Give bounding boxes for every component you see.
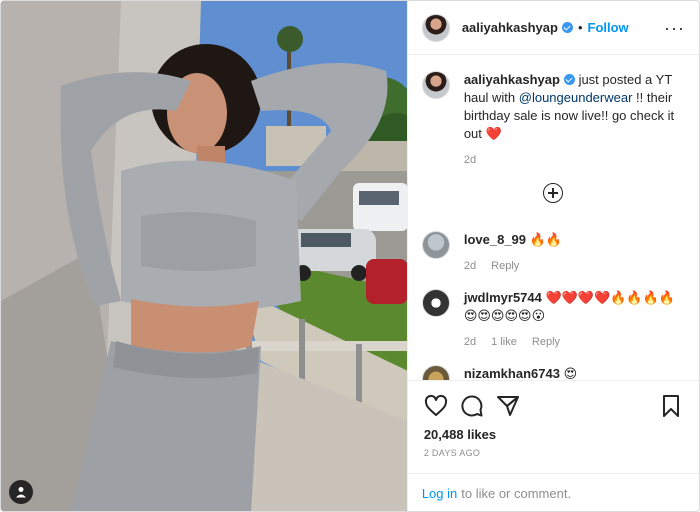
author-avatar[interactable]	[421, 13, 450, 42]
comment-username[interactable]: nizamkhan6743	[464, 366, 560, 380]
likes-count[interactable]: 20,488 likes	[424, 427, 683, 442]
post-actions: 20,488 likes 2 DAYS AGO	[407, 379, 699, 473]
user-icon	[16, 487, 26, 498]
caption-mention-link[interactable]: @loungeunderwear	[519, 90, 633, 105]
comment-text: 🔥🔥	[529, 232, 562, 248]
comment-icon[interactable]	[460, 394, 484, 418]
post-photo[interactable]	[1, 1, 407, 511]
caption: aaliyahkashyap just posted a YT haul wit…	[421, 71, 685, 169]
comment-avatar[interactable]	[421, 289, 450, 318]
caption-avatar[interactable]	[421, 71, 450, 100]
login-bar-text: to like or comment.	[461, 485, 572, 501]
header-separator: •	[577, 20, 583, 36]
verified-badge-icon	[561, 22, 573, 34]
post-side-panel: aaliyahkashyap • Follow ··· aaliyahkashy…	[406, 1, 699, 511]
post-header: aaliyahkashyap • Follow ···	[407, 1, 699, 56]
comment-likes[interactable]: 1 like	[491, 336, 517, 348]
action-icons	[424, 389, 683, 423]
instagram-post: aaliyahkashyap • Follow ··· aaliyahkashy…	[0, 0, 700, 512]
comments-section[interactable]: aaliyahkashyap just posted a YT haul wit…	[408, 55, 699, 380]
comment-text: 😍	[563, 366, 578, 380]
heart-icon[interactable]	[424, 394, 448, 418]
more-icon[interactable]: ···	[664, 19, 685, 37]
share-icon[interactable]	[496, 394, 520, 418]
photo-illustration	[1, 1, 407, 511]
caption-username[interactable]: aaliyahkashyap	[464, 72, 560, 87]
follow-button[interactable]: Follow	[588, 20, 629, 35]
comment-username[interactable]: jwdlmyr5744	[464, 290, 542, 305]
comment-item: nizamkhan6743 😍	[421, 365, 685, 380]
reply-button[interactable]: Reply	[532, 336, 560, 348]
caption-verified-icon	[563, 74, 575, 86]
reply-button[interactable]: Reply	[491, 260, 519, 272]
comment-avatar[interactable]	[421, 231, 450, 260]
user-tag-icon[interactable]	[9, 480, 33, 504]
comment-age: 2d	[463, 336, 477, 349]
save-icon[interactable]	[659, 394, 683, 418]
load-more-comments[interactable]	[422, 183, 685, 204]
caption-age: 2d	[463, 154, 477, 167]
author-username[interactable]: aaliyahkashyap	[462, 20, 558, 35]
comment-username[interactable]: love_8_99	[464, 232, 526, 247]
comment-age: 2d	[463, 260, 477, 273]
comment-item: jwdlmyr5744 ❤️❤️❤️❤️🔥🔥🔥🔥 😍😍😍😍😍😮 2d 1 lik…	[421, 289, 685, 351]
post-date[interactable]: 2 DAYS AGO	[424, 448, 683, 458]
comment-avatar[interactable]	[421, 365, 450, 380]
plus-circle-icon[interactable]	[543, 183, 564, 204]
login-link[interactable]: Log in	[422, 486, 457, 501]
comment-item: love_8_99 🔥🔥 2d Reply	[421, 231, 685, 275]
login-bar: Log in to like or comment.	[407, 472, 699, 511]
